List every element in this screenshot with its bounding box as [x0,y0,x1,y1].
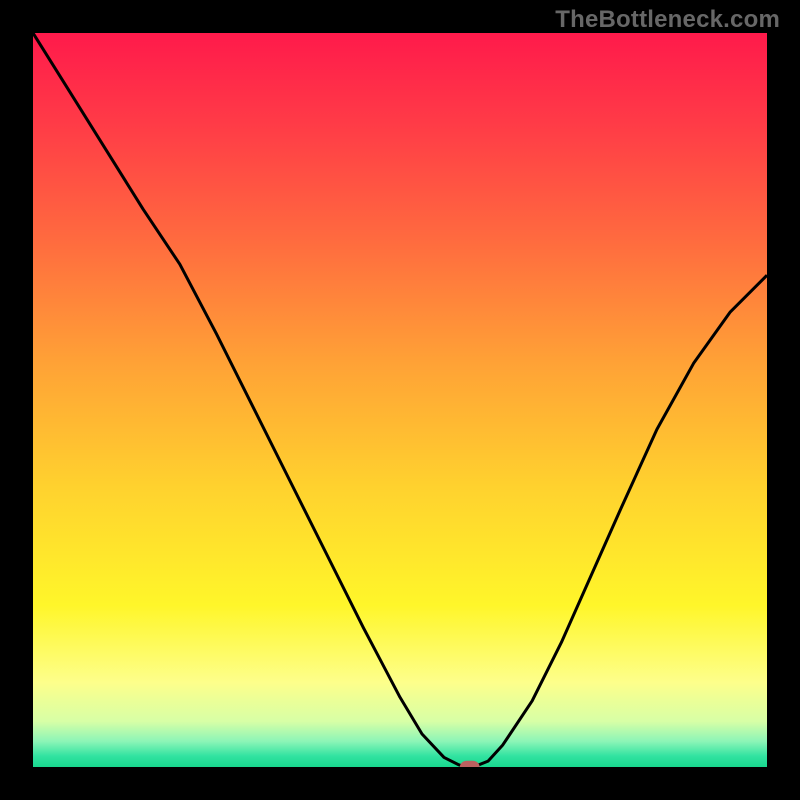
chart-frame: TheBottleneck.com [0,0,800,800]
watermark: TheBottleneck.com [555,6,780,34]
plot-area [33,33,767,767]
plot-svg [33,33,767,767]
gradient-background [33,33,767,767]
